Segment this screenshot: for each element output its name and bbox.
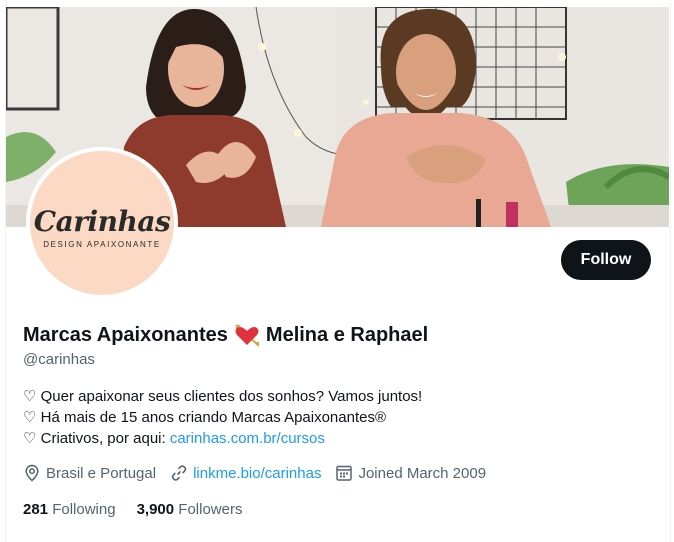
logo-tagline: DESIGN APAIXONANTE — [43, 240, 161, 249]
profile-meta: Brasil e Portugal linkme.bio/carinhas Jo… — [23, 464, 500, 482]
followers-stat[interactable]: 3,900 Followers — [137, 501, 243, 518]
following-count: 281 — [23, 501, 49, 518]
bio-courses-link[interactable]: carinhas.com.br/cursos — [170, 430, 325, 447]
profile-avatar[interactable]: Carinhas DESIGN APAIXONANTE — [26, 147, 178, 299]
bio-line-1: ♡ Quer apaixonar seus clientes dos sonho… — [23, 388, 423, 405]
following-stat[interactable]: 281 Following — [23, 501, 116, 518]
joined-item: Joined March 2009 — [335, 464, 486, 482]
bio-line-2: ♡ Há mais de 15 anos criando Marcas Apai… — [23, 409, 387, 426]
website-link[interactable]: linkme.bio/carinhas — [193, 465, 321, 482]
location-item: Brasil e Portugal — [23, 464, 156, 482]
display-name-part1: Marcas Apaixonantes — [23, 323, 228, 346]
profile-bio: ♡ Quer apaixonar seus clientes dos sonho… — [23, 386, 422, 449]
location-pin-icon — [25, 464, 39, 482]
display-name-part2: Melina e Raphael — [265, 323, 429, 346]
profile-card: Carinhas DESIGN APAIXONANTE Follow Marca… — [5, 0, 671, 542]
calendar-icon — [336, 465, 353, 481]
bio-line-3-text: ♡ Criativos, por aqui: — [23, 430, 170, 447]
display-name-row: Marcas Apaixonantes Melina e Raphael — [23, 322, 428, 348]
logo-wordmark: Carinhas — [33, 205, 171, 238]
location-text: Brasil e Portugal — [46, 464, 157, 482]
joined-text: Joined March 2009 — [358, 464, 487, 482]
followers-count: 3,900 — [136, 501, 175, 518]
heart-with-arrow-icon — [235, 324, 259, 347]
avatar-logo: Carinhas DESIGN APAIXONANTE — [30, 151, 174, 295]
user-handle: @carinhas — [23, 351, 95, 368]
link-icon — [171, 465, 187, 481]
website-item: linkme.bio/carinhas — [170, 464, 321, 482]
following-label: Following — [52, 501, 116, 518]
follow-button[interactable]: Follow — [561, 240, 651, 280]
follow-stats: 281 Following 3,900 Followers — [23, 501, 263, 518]
bio-line-3: ♡ Criativos, por aqui: carinhas.com.br/c… — [23, 428, 422, 449]
followers-label: Followers — [178, 501, 243, 518]
